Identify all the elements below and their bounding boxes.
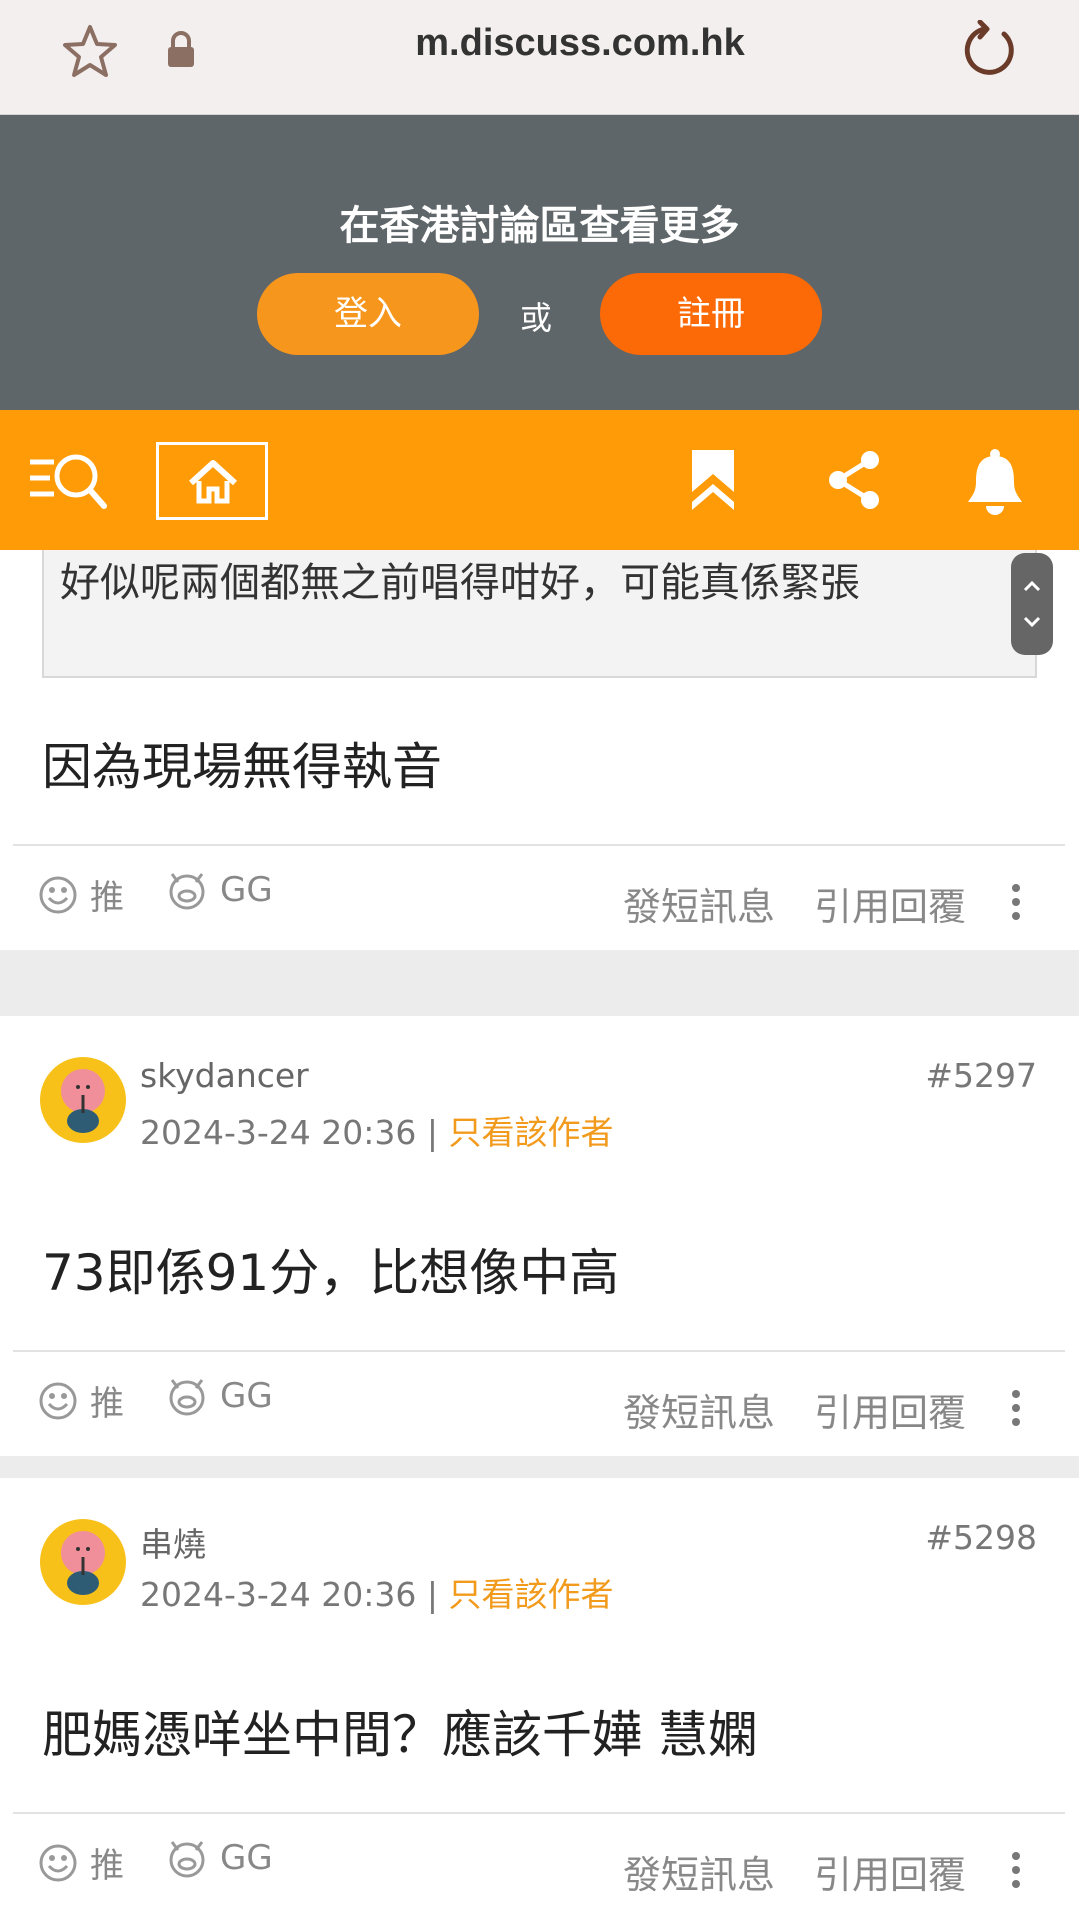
gg-button[interactable]: GG (166, 1376, 273, 1416)
post-meta: 2024-3-24 20:36 | 只看該作者 (140, 1568, 614, 1616)
meta-separator: | (426, 1113, 438, 1152)
bookmark-star-icon[interactable] (60, 22, 120, 82)
home-button[interactable] (156, 442, 268, 520)
lock-icon[interactable] (165, 30, 197, 70)
post-body: 因為現場無得執音 (42, 738, 442, 796)
gg-button[interactable]: GG (166, 870, 273, 910)
login-prompt-banner: 在香港討論區查看更多 登入 或 註冊 (0, 115, 1079, 410)
like-label: 推 (90, 878, 124, 918)
pm-button[interactable]: 發短訊息 (623, 876, 775, 931)
pm-button[interactable]: 發短訊息 (623, 1844, 775, 1899)
quote-scroll-control[interactable] (1011, 553, 1053, 655)
post-separator (0, 1456, 1079, 1478)
post-actions: 推 GG 發短訊息 引用回覆 (0, 870, 1079, 950)
pig-icon (169, 1841, 205, 1878)
avatar[interactable] (40, 1519, 126, 1605)
quote-text: 好似呢兩個都無之前唱得咁好，可能真係緊張 (60, 560, 860, 606)
more-options-icon[interactable] (1008, 882, 1024, 922)
pig-icon (169, 1379, 205, 1416)
pig-icon (169, 873, 205, 910)
smile-icon (39, 1382, 77, 1419)
quote-reply-button[interactable]: 引用回覆 (814, 1844, 966, 1899)
post-body: 73即係91分，比想像中高 (42, 1244, 620, 1302)
avatar[interactable] (40, 1057, 126, 1143)
avatar-icon (61, 1531, 105, 1595)
more-options-icon[interactable] (1008, 1388, 1024, 1428)
divider (13, 844, 1065, 846)
like-button[interactable]: 推 (38, 870, 124, 919)
meta-separator: | (426, 1575, 438, 1614)
smile-icon (39, 876, 77, 913)
post-date: 2024-3-24 20:36 (140, 1575, 417, 1614)
reload-icon[interactable] (960, 20, 1020, 80)
prompt-title: 在香港討論區查看更多 (339, 203, 740, 249)
or-label: 或 (520, 299, 553, 337)
like-button[interactable]: 推 (38, 1838, 124, 1887)
home-icon (188, 460, 238, 504)
like-label: 推 (90, 1384, 124, 1424)
divider (13, 1350, 1065, 1352)
menu-search-icon[interactable] (28, 448, 110, 518)
like-button[interactable]: 推 (38, 1376, 124, 1425)
browser-address-bar: m.discuss.com.hk (0, 0, 1079, 115)
forum-toolbar (0, 410, 1079, 550)
gg-label: GG (220, 1838, 273, 1878)
only-author-link[interactable]: 只看該作者 (449, 1113, 614, 1152)
post-actions: 推 GG 發短訊息 引用回覆 (0, 1376, 1079, 1456)
notification-bell-icon[interactable] (964, 448, 1026, 516)
post-separator (0, 950, 1079, 1016)
quote-reply-button[interactable]: 引用回覆 (814, 876, 966, 931)
more-options-icon[interactable] (1008, 1850, 1024, 1890)
gg-button[interactable]: GG (166, 1838, 273, 1878)
divider (13, 1812, 1065, 1814)
like-label: 推 (90, 1846, 124, 1886)
register-button[interactable]: 註冊 (600, 273, 822, 355)
chevron-down-icon[interactable] (1021, 611, 1043, 633)
login-button[interactable]: 登入 (257, 273, 479, 355)
post-date: 2024-3-24 20:36 (140, 1113, 417, 1152)
gg-label: GG (220, 870, 273, 910)
post-meta: 2024-3-24 20:36 | 只看該作者 (140, 1106, 614, 1154)
post-actions: 推 GG 發短訊息 引用回覆 (0, 1838, 1079, 1918)
author-name[interactable]: 串燒 (140, 1518, 206, 1566)
chevron-up-icon[interactable] (1021, 575, 1043, 597)
avatar-icon (61, 1069, 105, 1133)
post-number[interactable]: #5297 (925, 1056, 1037, 1095)
post-number[interactable]: #5298 (925, 1518, 1037, 1557)
post-body: 肥媽憑咩坐中間？應該千嬅 慧嫻 (42, 1706, 758, 1764)
pm-button[interactable]: 發短訊息 (623, 1382, 775, 1437)
quote-block: 好似呢兩個都無之前唱得咁好，可能真係緊張 (42, 550, 1053, 678)
only-author-link[interactable]: 只看該作者 (449, 1575, 614, 1614)
bookmark-icon[interactable] (688, 448, 738, 514)
url-text[interactable]: m.discuss.com.hk (330, 22, 830, 65)
gg-label: GG (220, 1376, 273, 1416)
share-icon[interactable] (826, 450, 882, 510)
author-name[interactable]: skydancer (140, 1056, 309, 1095)
quote-reply-button[interactable]: 引用回覆 (814, 1382, 966, 1437)
smile-icon (39, 1844, 77, 1881)
